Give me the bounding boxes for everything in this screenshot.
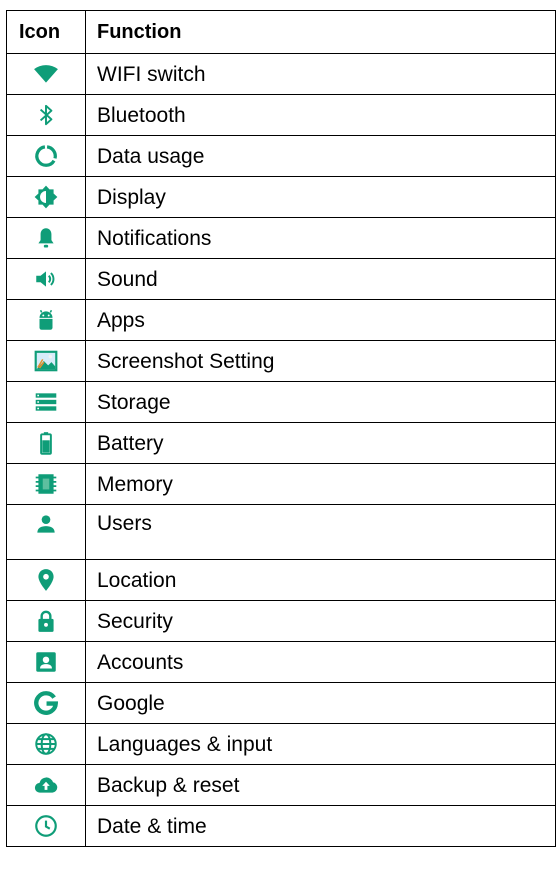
table-row: Sound <box>6 258 556 300</box>
function-cell: Google <box>85 682 556 724</box>
function-cell: Memory <box>85 463 556 505</box>
icon-cell <box>6 463 86 505</box>
icon-cell <box>6 381 86 423</box>
function-label: Memory <box>97 473 173 496</box>
function-cell: Data usage <box>85 135 556 177</box>
bluetooth-icon <box>33 102 59 128</box>
function-cell: Screenshot Setting <box>85 340 556 382</box>
function-label: Storage <box>97 391 171 414</box>
table-row: Date & time <box>6 805 556 847</box>
display-brightness-icon <box>33 184 59 210</box>
table-row: Memory <box>6 463 556 505</box>
volume-icon <box>33 266 59 292</box>
function-cell: Sound <box>85 258 556 300</box>
icon-cell <box>6 94 86 136</box>
icon-cell <box>6 504 86 560</box>
function-label: Screenshot Setting <box>97 350 275 373</box>
function-cell: Accounts <box>85 641 556 683</box>
icon-cell <box>6 340 86 382</box>
table-row: Users <box>6 504 556 560</box>
table-row: Apps <box>6 299 556 341</box>
function-label: Battery <box>97 432 164 455</box>
table-row: Security <box>6 600 556 642</box>
table-row: Languages & input <box>6 723 556 765</box>
account-box-icon <box>33 649 59 675</box>
function-label: Bluetooth <box>97 104 186 127</box>
icon-cell <box>6 217 86 259</box>
storage-icon <box>33 389 59 415</box>
memory-icon <box>33 471 59 497</box>
function-cell: Bluetooth <box>85 94 556 136</box>
android-icon <box>33 307 59 333</box>
table-row: Backup & reset <box>6 764 556 806</box>
icon-column-header: Icon <box>6 10 86 54</box>
settings-icon-table: Icon Function WIFI switch Bluetooth Data u… <box>6 10 556 847</box>
function-label: Apps <box>97 309 145 332</box>
battery-icon <box>33 430 59 456</box>
table-header-row: Icon Function <box>6 10 556 54</box>
table-row: Accounts <box>6 641 556 683</box>
function-label: Languages & input <box>97 733 273 756</box>
data-usage-icon <box>33 143 59 169</box>
function-label: Accounts <box>97 651 184 674</box>
function-cell: Security <box>85 600 556 642</box>
function-label: Notifications <box>97 227 212 250</box>
icon-cell <box>6 723 86 765</box>
table-row: WIFI switch <box>6 53 556 95</box>
clock-icon <box>33 813 59 839</box>
icon-cell <box>6 53 86 95</box>
table-row: Screenshot Setting <box>6 340 556 382</box>
table-row: Storage <box>6 381 556 423</box>
icon-cell <box>6 135 86 177</box>
function-cell: Display <box>85 176 556 218</box>
table-row: Location <box>6 559 556 601</box>
function-cell: Languages & input <box>85 723 556 765</box>
function-cell: Users <box>85 504 556 560</box>
icon-cell <box>6 805 86 847</box>
table-row: Notifications <box>6 217 556 259</box>
function-label: Users <box>97 512 152 535</box>
table-row: Battery <box>6 422 556 464</box>
function-label: Security <box>97 610 173 633</box>
function-cell: Location <box>85 559 556 601</box>
function-label: Backup & reset <box>97 774 240 797</box>
function-cell: Notifications <box>85 217 556 259</box>
function-label: Google <box>97 692 165 715</box>
icon-cell <box>6 176 86 218</box>
lock-icon <box>33 608 59 634</box>
table-row: Google <box>6 682 556 724</box>
function-cell: Storage <box>85 381 556 423</box>
function-cell: Date & time <box>85 805 556 847</box>
table-row: Display <box>6 176 556 218</box>
function-label: Data usage <box>97 145 205 168</box>
google-g-icon <box>33 690 59 716</box>
wifi-icon <box>33 61 59 87</box>
function-label: Date & time <box>97 815 207 838</box>
function-label: Location <box>97 569 177 592</box>
bell-icon <box>33 225 59 251</box>
function-cell: WIFI switch <box>85 53 556 95</box>
function-label: Sound <box>97 268 158 291</box>
icon-cell <box>6 682 86 724</box>
function-cell: Apps <box>85 299 556 341</box>
function-cell: Battery <box>85 422 556 464</box>
function-column-header: Function <box>85 10 556 54</box>
user-icon <box>33 511 59 537</box>
icon-cell <box>6 641 86 683</box>
function-label: WIFI switch <box>97 63 206 86</box>
globe-icon <box>33 731 59 757</box>
icon-cell <box>6 299 86 341</box>
icon-cell <box>6 600 86 642</box>
icon-cell <box>6 764 86 806</box>
icon-cell <box>6 559 86 601</box>
table-row: Data usage <box>6 135 556 177</box>
location-pin-icon <box>33 567 59 593</box>
table-row: Bluetooth <box>6 94 556 136</box>
icon-cell <box>6 422 86 464</box>
screenshot-icon <box>33 348 59 374</box>
function-label: Display <box>97 186 166 209</box>
icon-cell <box>6 258 86 300</box>
function-cell: Backup & reset <box>85 764 556 806</box>
cloud-upload-icon <box>33 772 59 798</box>
